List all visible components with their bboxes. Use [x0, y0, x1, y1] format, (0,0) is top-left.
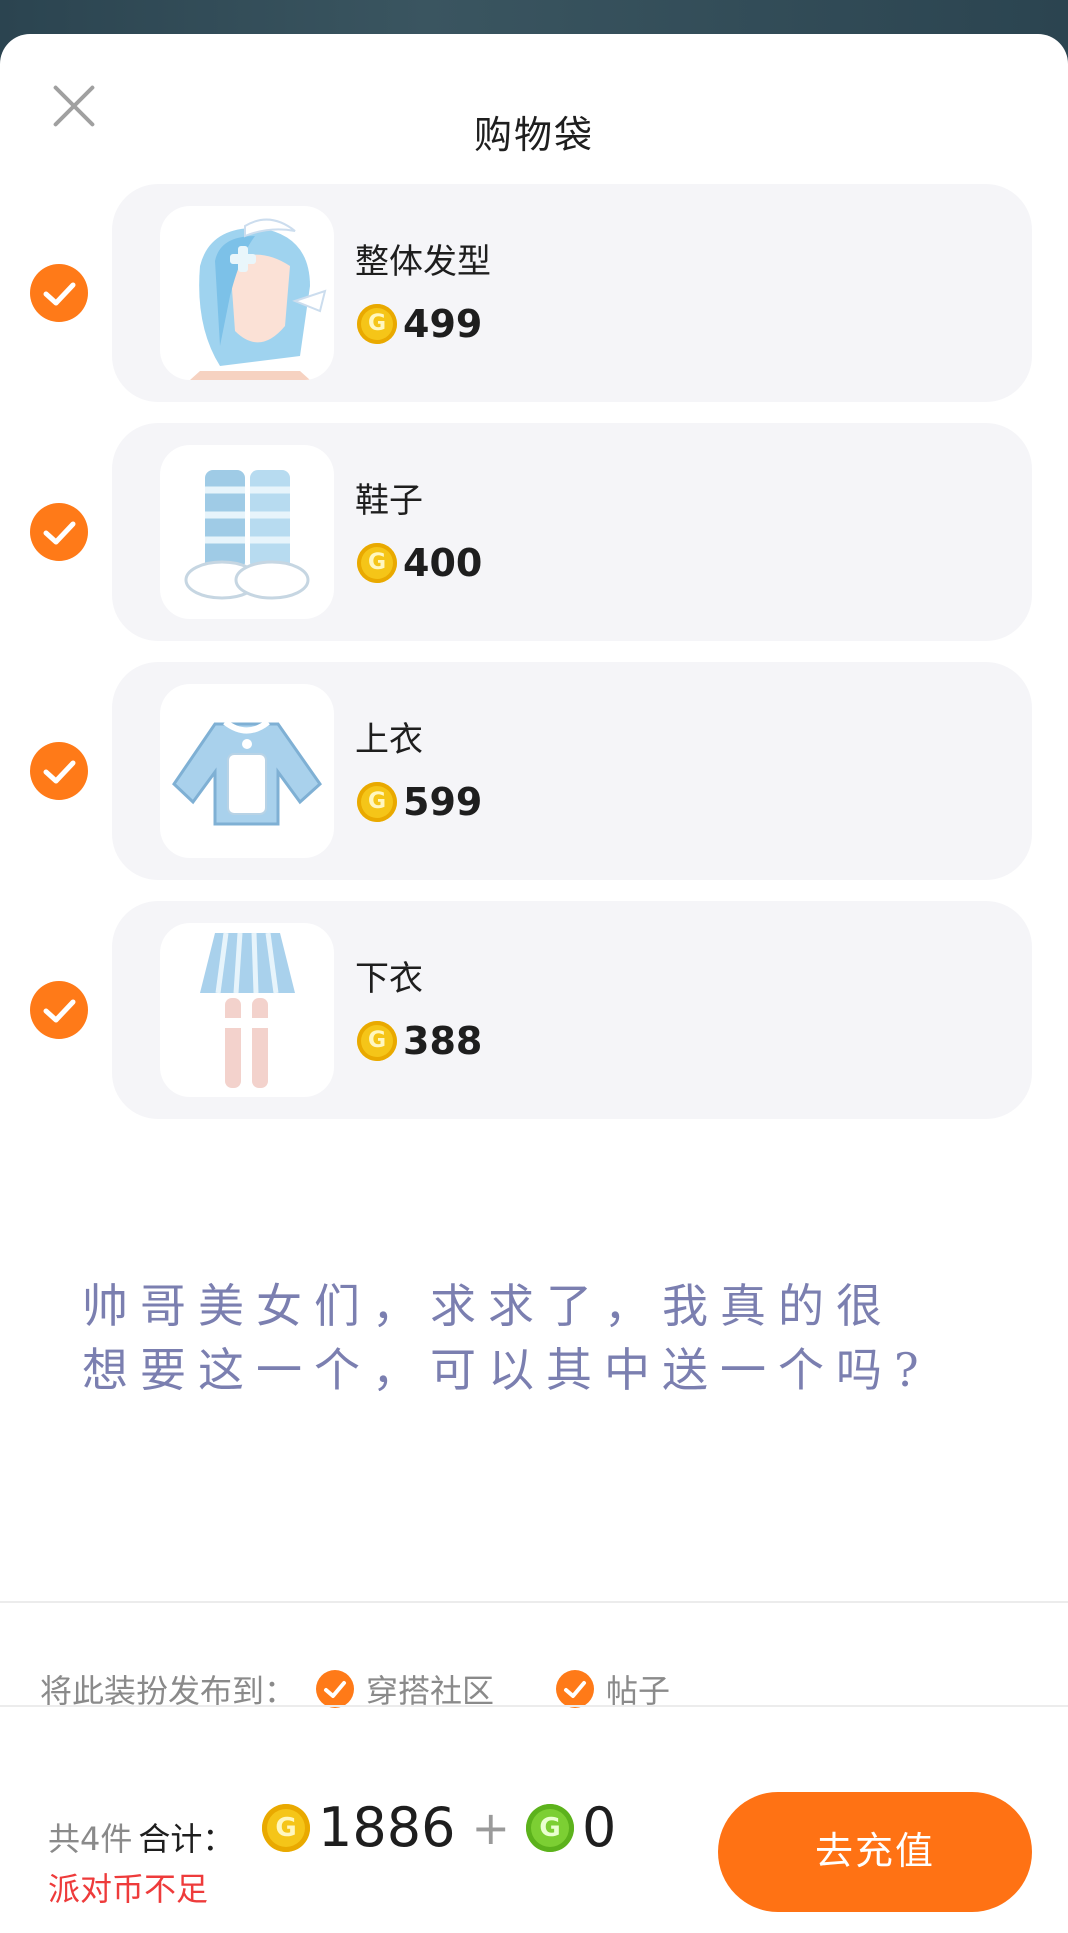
item-count: 共4件: [48, 1820, 133, 1858]
green-coin-icon: [525, 1803, 574, 1852]
item-name: 上衣: [355, 720, 423, 760]
item-name: 鞋子: [355, 481, 423, 521]
item-card[interactable]: 下衣 388: [112, 901, 1032, 1119]
handwritten-note: 帅哥美女们，求求了，我真的很想要这一个，可以其中送一个吗?: [82, 1279, 931, 1397]
divider: [0, 1601, 1068, 1603]
item-price: 388: [357, 1019, 482, 1063]
page-title: 购物袋: [473, 113, 594, 157]
insufficient-coins-warning: 派对币不足: [48, 1870, 209, 1908]
gold-coin-icon: [357, 304, 397, 344]
item-card[interactable]: 整体发型 499: [112, 184, 1032, 402]
order-summary: 共4件 合计：: [48, 1814, 234, 1860]
plus-sign: +: [471, 1800, 510, 1855]
item-thumbnail: [160, 923, 334, 1097]
item-card[interactable]: 上衣 599: [112, 662, 1032, 880]
check-icon[interactable]: [30, 264, 88, 322]
total-label: 合计：: [138, 1820, 235, 1858]
item-card[interactable]: 鞋子 400: [112, 423, 1032, 641]
cart-item: 上衣 599: [0, 662, 1068, 880]
gold-coin-icon: [262, 1803, 310, 1852]
check-icon[interactable]: [316, 1670, 355, 1708]
item-price: 599: [357, 780, 482, 824]
gold-coin-icon: [357, 782, 397, 822]
item-name: 整体发型: [355, 242, 491, 282]
gold-coin-icon: [357, 1021, 397, 1061]
cart-item: 下衣 388: [0, 901, 1068, 1119]
total-amounts: 1886 + 0: [262, 1796, 616, 1859]
check-icon[interactable]: [30, 981, 88, 1039]
item-price: 499: [357, 302, 482, 346]
check-icon[interactable]: [30, 742, 88, 800]
recharge-button[interactable]: 去充值: [718, 1792, 1032, 1912]
cart-item: 鞋子 400: [0, 423, 1068, 641]
shopping-bag-sheet: 购物袋 整体发型 499: [0, 34, 1068, 1933]
divider: [0, 1705, 1068, 1707]
item-thumbnail: [160, 445, 334, 619]
item-thumbnail: [160, 684, 334, 858]
cart-item: 整体发型 499: [0, 184, 1068, 402]
green-total: 0: [581, 1796, 617, 1859]
gold-coin-icon: [357, 543, 397, 583]
gold-total: 1886: [318, 1796, 456, 1859]
item-thumbnail: [160, 206, 334, 380]
item-name: 下衣: [355, 959, 423, 999]
check-icon[interactable]: [556, 1670, 595, 1708]
item-price: 400: [357, 541, 482, 585]
check-icon[interactable]: [30, 503, 88, 561]
